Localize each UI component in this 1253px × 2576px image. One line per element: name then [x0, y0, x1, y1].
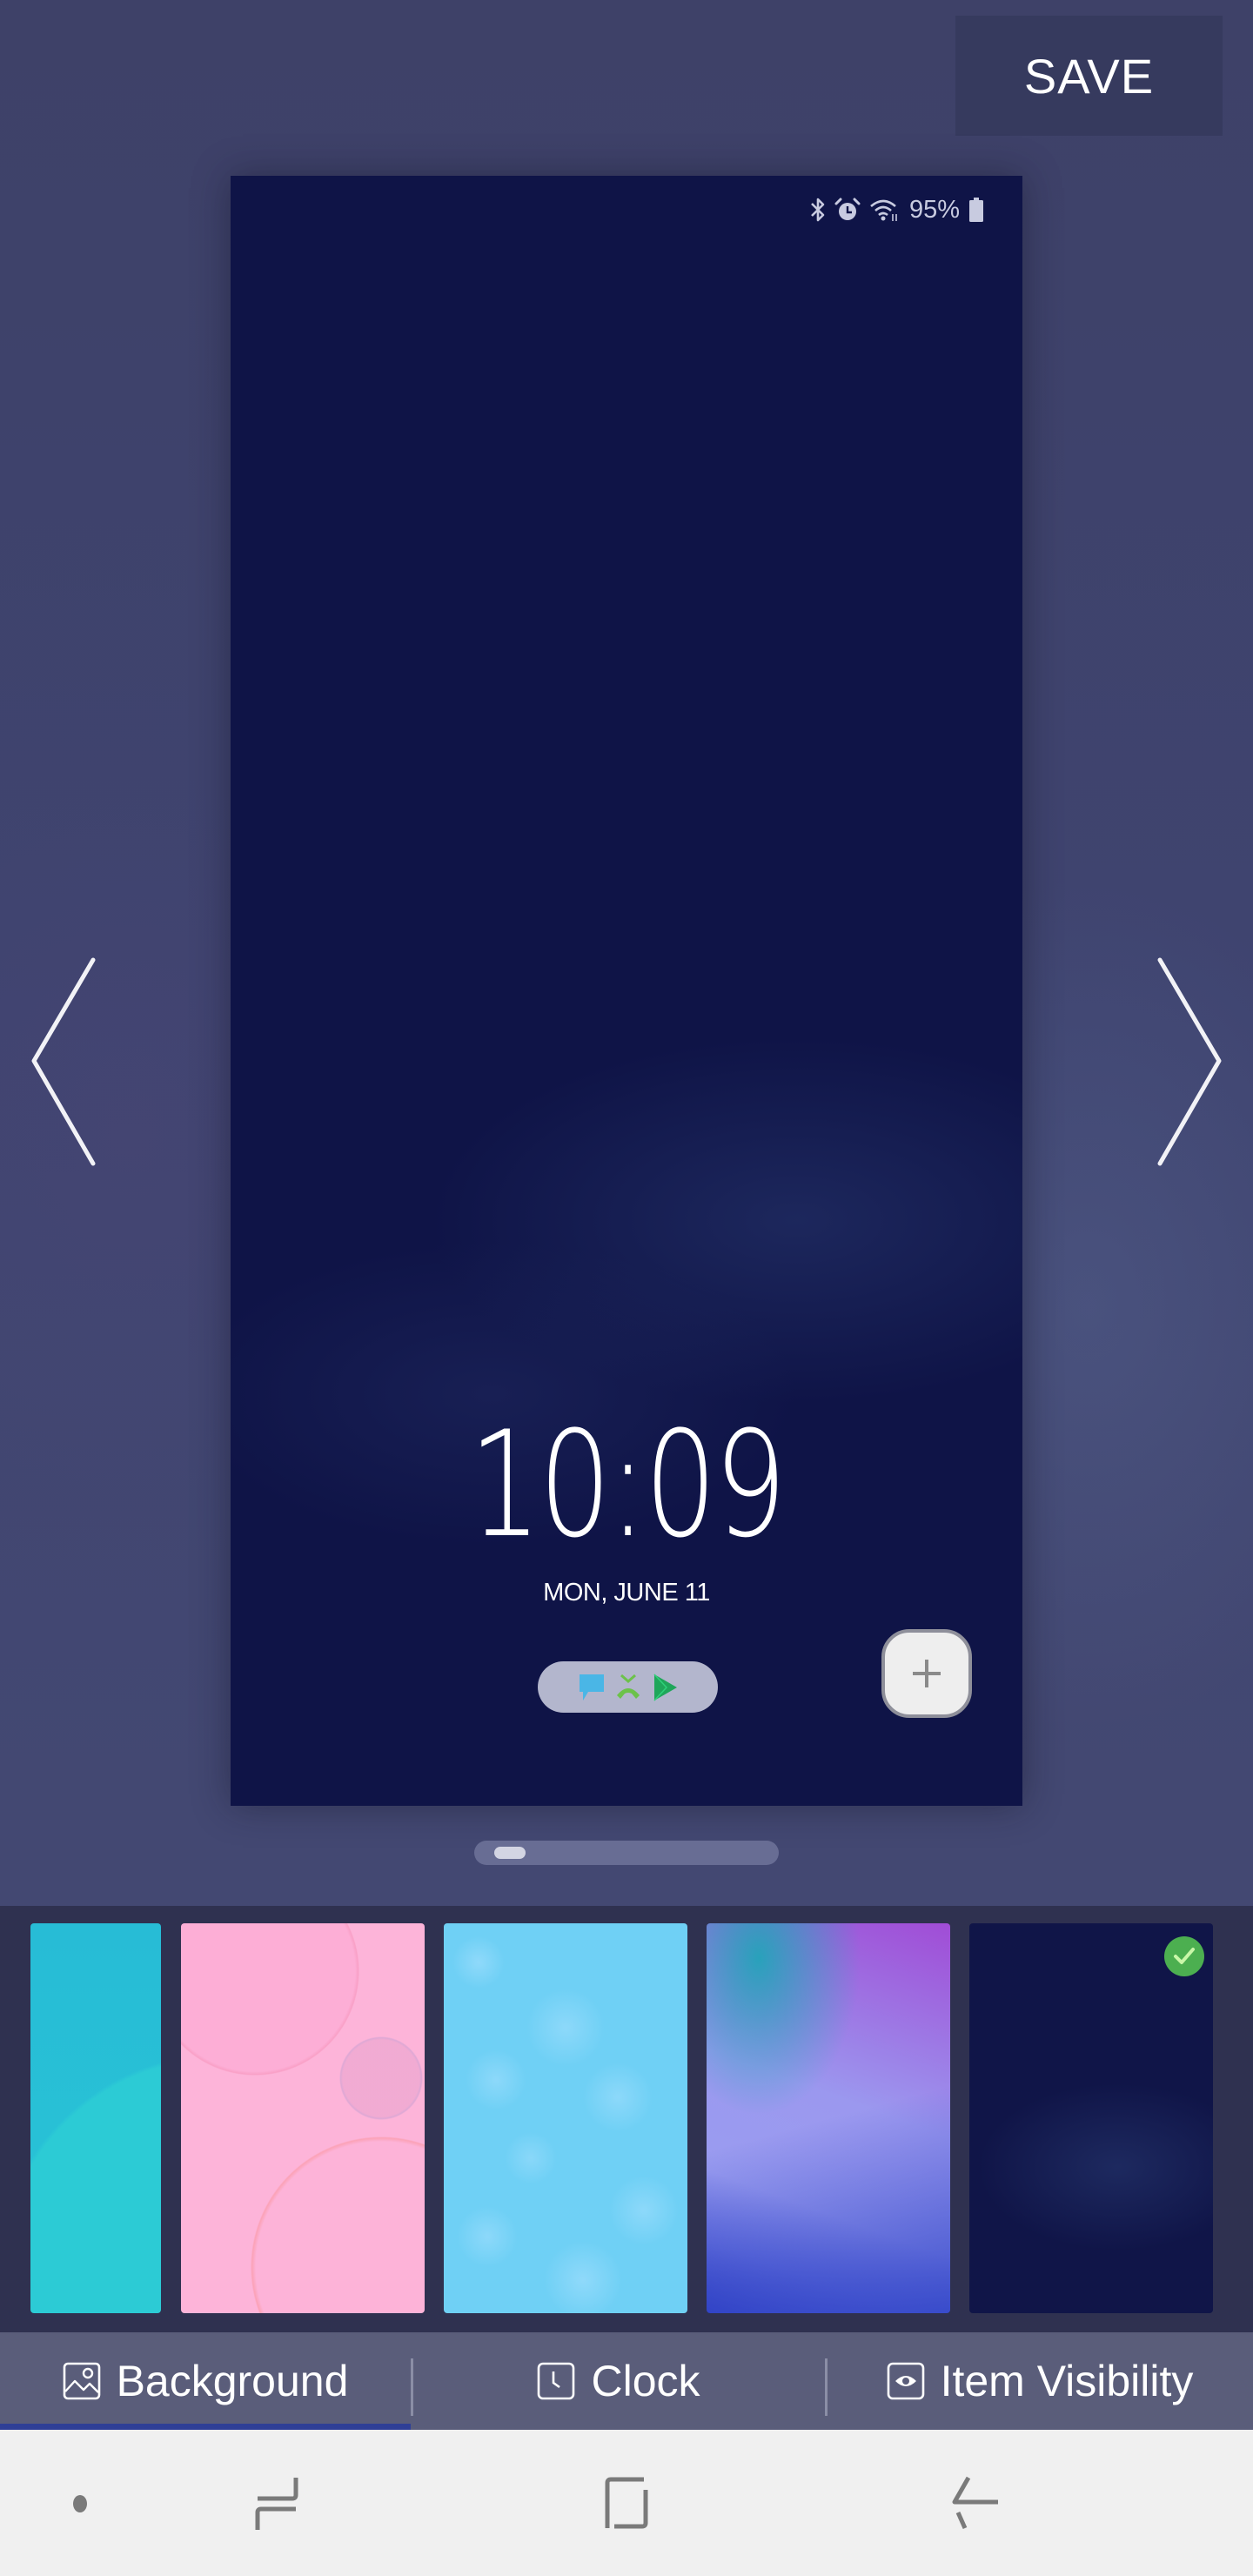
customize-tab-bar: Background Clock Item Visibility: [0, 2332, 1253, 2430]
chevron-left-icon: [31, 957, 96, 1166]
wallpaper-thumbnail-teal[interactable]: [30, 1923, 161, 2313]
play-store-icon: [653, 1673, 677, 1701]
back-icon: [952, 2476, 998, 2530]
save-button[interactable]: SAVE: [955, 16, 1223, 136]
selected-check-badge: [1164, 1936, 1204, 1976]
wallpaper-thumbnail-purple-gradient[interactable]: [707, 1923, 950, 2313]
wallpaper-picker: [0, 1906, 1253, 2332]
battery-percent: 95%: [908, 195, 960, 224]
eye-icon: [887, 2362, 924, 2400]
alarm-icon: [834, 198, 861, 220]
battery-icon: [969, 198, 983, 222]
page-indicator[interactable]: [474, 1841, 779, 1865]
bluetooth-icon: [811, 198, 825, 222]
chevron-right-icon: [1157, 957, 1222, 1166]
clock-icon: [538, 2362, 575, 2400]
lock-screen-preview: 95% 10:09 MON, JUNE 11: [231, 176, 1022, 1806]
clock-time: 10:09: [468, 1399, 787, 1570]
tab-background[interactable]: Background: [0, 2332, 411, 2430]
clock-date: MON, JUNE 11: [543, 1579, 710, 1607]
back-button[interactable]: [925, 2465, 1029, 2543]
home-icon: [605, 2477, 648, 2529]
add-shortcut-button[interactable]: [881, 1629, 972, 1718]
missed-call-icon: [616, 1674, 640, 1699]
plus-icon: [913, 1660, 941, 1687]
dot-icon: [73, 2495, 87, 2512]
image-icon: [63, 2362, 100, 2400]
page-indicator-thumb[interactable]: [493, 1847, 526, 1859]
checkmark-icon: [1174, 1948, 1195, 1964]
previous-style-button[interactable]: [17, 949, 113, 1175]
system-navigation-bar: [0, 2430, 1253, 2576]
tab-clock[interactable]: Clock: [412, 2332, 825, 2430]
tab-background-label: Background: [116, 2357, 349, 2405]
active-tab-indicator: [0, 2424, 411, 2430]
status-bar: 95%: [810, 191, 984, 228]
wallpaper-thumbnail-dark-navy[interactable]: [969, 1923, 1213, 2313]
tab-item-visibility[interactable]: Item Visibility: [827, 2332, 1253, 2430]
wallpaper-thumbnail-blue-bokeh[interactable]: [444, 1923, 687, 2313]
tab-item-visibility-label: Item Visibility: [940, 2357, 1194, 2405]
home-button[interactable]: [574, 2465, 679, 2543]
messages-icon: [579, 1674, 604, 1701]
recent-apps-icon: [255, 2478, 298, 2530]
recent-apps-button[interactable]: [224, 2465, 329, 2543]
recents-dot-button[interactable]: [28, 2465, 132, 2543]
tab-clock-label: Clock: [591, 2357, 700, 2405]
app-shortcuts: [538, 1661, 718, 1713]
wallpaper-thumbnail-pink-bubbles[interactable]: [181, 1923, 425, 2313]
wifi-icon: [870, 199, 897, 221]
next-style-button[interactable]: [1140, 949, 1236, 1175]
